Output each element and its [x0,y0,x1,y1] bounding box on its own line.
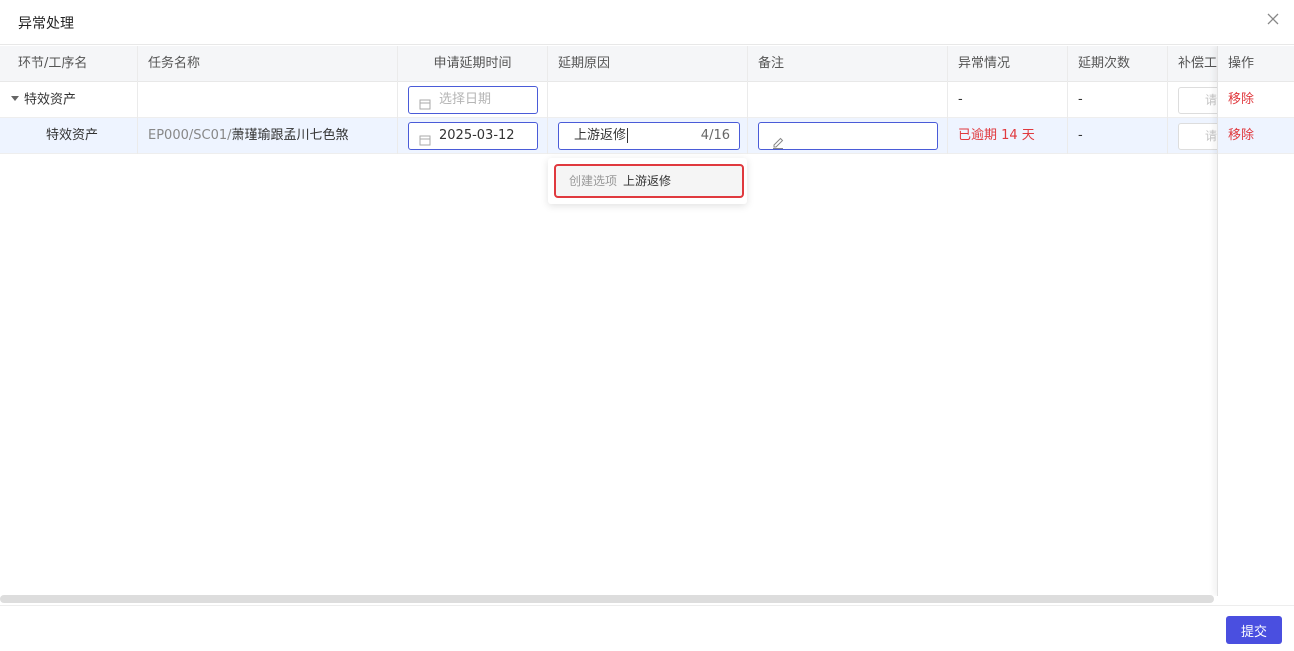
column-header-apply-delay-time: 申请延期时间 [398,46,548,82]
task-code: EP000/SC01/ [148,128,232,143]
horizontal-scrollbar[interactable] [0,594,1294,604]
task-table: 环节/工序名 任务名称 申请延期时间 延期原因 备注 异常情况 延期次数 补偿工… [0,46,1294,596]
apply-delay-time-cell: 选择日期 [398,82,548,118]
scrollbar-thumb[interactable] [0,595,1214,603]
dialog-header: 异常处理 [0,0,1294,45]
stage-cell: 特效资产 [0,82,138,118]
task-title: 萧瑾瑜跟孟川七色煞 [231,128,349,143]
stage-name: 特效资产 [24,92,77,108]
exception-status-cell: - [948,82,1068,118]
remark-cell [748,82,948,118]
delay-reason-input[interactable]: 上游返修 4/16 [558,122,740,150]
remark-input[interactable] [758,122,938,150]
caret-down-icon[interactable] [10,82,20,118]
text-caret [627,128,629,143]
column-header-exception-status: 异常情况 [948,46,1068,82]
exception-status-cell: 已逾期 14 天 [948,118,1068,154]
char-count: 4/16 [700,128,730,143]
fixed-column-divider [1217,46,1294,596]
date-picker-input[interactable]: 2025-03-12 [408,122,538,150]
column-header-compensation: 补偿工时 [1178,56,1218,71]
create-option-dropdown: 创建选项 上游返修 [548,158,747,204]
create-option-prefix: 创建选项 [569,174,618,188]
stage-cell: 特效资产 [0,118,138,154]
task-name-cell [138,82,398,118]
date-picker-input[interactable]: 选择日期 [408,86,538,114]
column-header-delay-reason: 延期原因 [548,46,748,82]
compensation-input[interactable]: 请输 [1178,123,1218,150]
remark-cell [748,118,948,154]
compensation-cell: 请输 [1168,118,1218,154]
delay-reason-cell: 上游返修 4/16 [548,118,748,154]
date-value: 2025-03-12 [439,128,515,143]
table-row: 特效资产 EP000/SC01/萧瑾瑜跟孟川七色煞 2025-03-12 上游返… [0,118,1294,154]
table-row: 特效资产 选择日期 - - 请输 移除 [0,82,1294,118]
submit-button[interactable]: 提交 [1226,616,1282,644]
column-header-remark: 备注 [748,46,948,82]
delay-count-cell: - [1068,118,1168,154]
dialog-footer: 提交 [0,605,1294,651]
compensation-cell: 请输 [1168,82,1218,118]
delay-reason-value: 上游返修 [574,128,627,143]
column-header-task-name: 任务名称 [138,46,398,82]
calendar-icon [419,130,431,154]
date-placeholder: 选择日期 [439,92,492,107]
pencil-icon [771,129,785,154]
table-header: 环节/工序名 任务名称 申请延期时间 延期原因 备注 异常情况 延期次数 补偿工… [0,46,1294,82]
column-header-stage: 环节/工序名 [0,46,138,82]
column-header-delay-count: 延期次数 [1068,46,1168,82]
calendar-icon [419,94,431,118]
close-icon[interactable] [1264,10,1282,28]
apply-delay-time-cell: 2025-03-12 [398,118,548,154]
create-option-value: 上游返修 [623,174,672,188]
delay-reason-cell [548,82,748,118]
delay-count-cell: - [1068,82,1168,118]
task-name-cell: EP000/SC01/萧瑾瑜跟孟川七色煞 [138,118,398,154]
dialog-title: 异常处理 [18,16,74,32]
compensation-input[interactable]: 请输 [1178,87,1218,114]
create-option-item[interactable]: 创建选项 上游返修 [554,164,744,198]
